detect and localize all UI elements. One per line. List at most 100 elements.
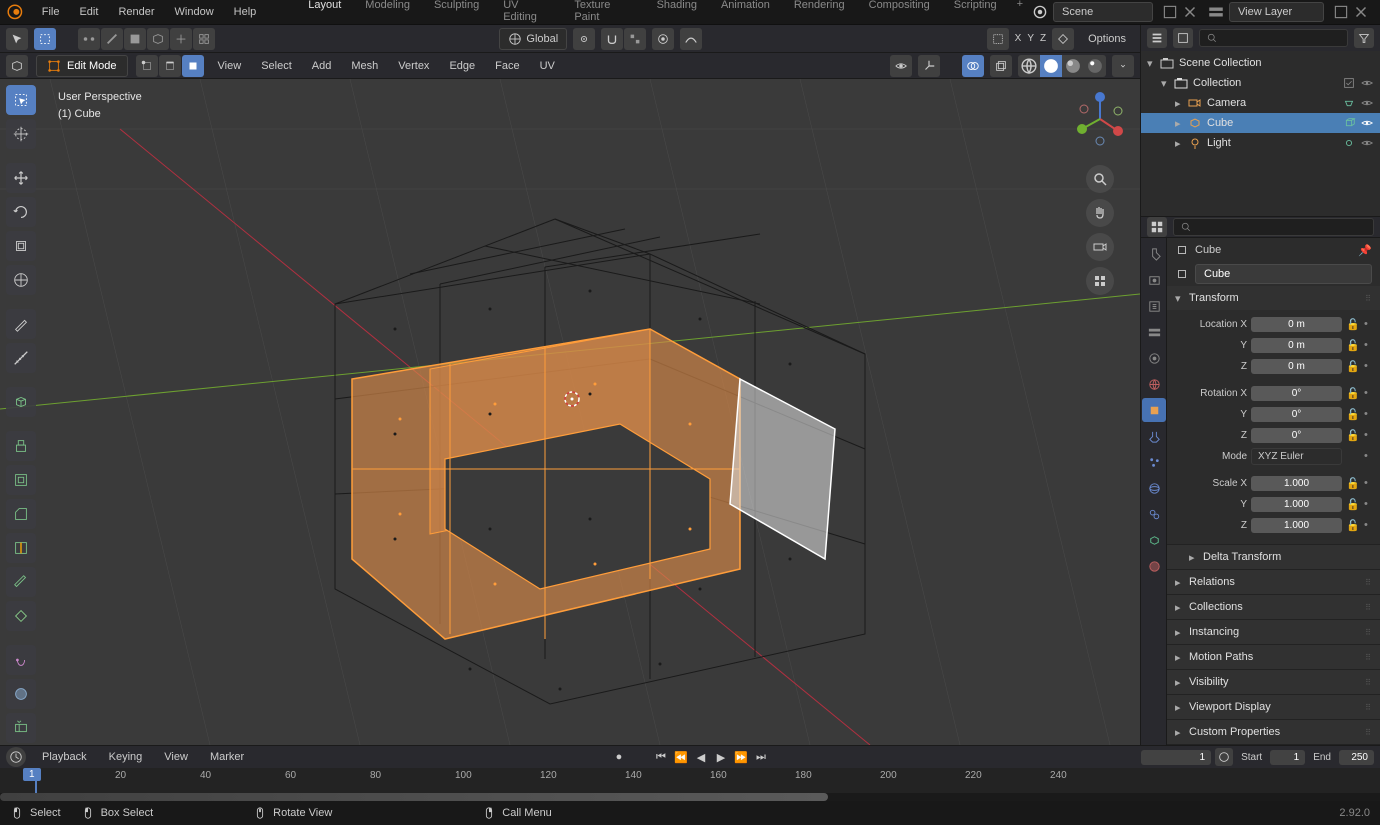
collapse-icon[interactable]: ▾: [1147, 57, 1159, 70]
eye-icon[interactable]: [1360, 76, 1374, 90]
checkbox-icon[interactable]: [1342, 76, 1356, 90]
outliner-filter-icon[interactable]: [1354, 28, 1374, 48]
keyframe-dot[interactable]: •: [1364, 477, 1372, 489]
face-select-icon[interactable]: [182, 55, 204, 77]
lock-icon[interactable]: 🔓: [1346, 408, 1360, 421]
scale-tool[interactable]: [6, 231, 36, 261]
location-y-input[interactable]: 0 m: [1251, 338, 1342, 353]
jump-end-icon[interactable]: ⏭: [752, 748, 770, 766]
tab-scene[interactable]: [1142, 346, 1166, 370]
move-tool[interactable]: [6, 163, 36, 193]
cursor-tool-icon[interactable]: [6, 28, 28, 50]
orientation-dropdown[interactable]: Global: [499, 28, 567, 50]
annotate-tool[interactable]: [6, 309, 36, 339]
menu-face[interactable]: Face: [489, 57, 525, 75]
polybuild-tool[interactable]: [6, 601, 36, 631]
mesh-edit-mode-icon[interactable]: [987, 28, 1009, 50]
menu-window[interactable]: Window: [165, 2, 224, 22]
pivot-icon[interactable]: [573, 28, 595, 50]
menu-playback[interactable]: Playback: [36, 748, 93, 766]
location-z-input[interactable]: 0 m: [1251, 359, 1342, 374]
snap-face-icon[interactable]: [124, 28, 146, 50]
visibility-toggle-icon[interactable]: [890, 55, 912, 77]
mode-selector[interactable]: Edit Mode: [36, 55, 128, 77]
keyframe-dot[interactable]: •: [1364, 339, 1372, 351]
drag-handle-icon[interactable]: ⠿: [1365, 294, 1372, 303]
snap-grid-icon[interactable]: [193, 28, 215, 50]
lock-icon[interactable]: 🔓: [1346, 360, 1360, 373]
measure-tool[interactable]: [6, 343, 36, 373]
shading-options-icon[interactable]: [1112, 55, 1134, 77]
lock-icon[interactable]: 🔓: [1346, 429, 1360, 442]
menu-file[interactable]: File: [32, 2, 70, 22]
select-box-icon[interactable]: [34, 28, 56, 50]
panel-header[interactable]: ▸ Collections ⠿: [1167, 595, 1380, 619]
tab-object[interactable]: [1142, 398, 1166, 422]
tab-constraints[interactable]: [1142, 502, 1166, 526]
new-scene-icon[interactable]: [1161, 3, 1179, 21]
keyframe-dot[interactable]: •: [1364, 408, 1372, 420]
rotation-x-input[interactable]: 0°: [1251, 386, 1342, 401]
eye-icon[interactable]: [1360, 136, 1374, 150]
location-x-input[interactable]: 0 m: [1251, 317, 1342, 332]
timeline-editor-icon[interactable]: [6, 747, 26, 767]
keyframe-dot[interactable]: •: [1364, 360, 1372, 372]
menu-marker[interactable]: Marker: [204, 748, 250, 766]
edge-select-icon[interactable]: [159, 55, 181, 77]
tree-item-camera[interactable]: ▸ Camera: [1141, 93, 1380, 113]
z-axis-toggle[interactable]: Z: [1040, 33, 1046, 44]
knife-tool[interactable]: [6, 567, 36, 597]
object-name-input[interactable]: [1195, 264, 1372, 284]
panel-header[interactable]: ▸ Motion Paths ⠿: [1167, 645, 1380, 669]
nav-gizmo[interactable]: [1070, 89, 1130, 149]
proportional-falloff-icon[interactable]: [680, 28, 702, 50]
snap-edge-icon[interactable]: [101, 28, 123, 50]
tab-data[interactable]: [1142, 528, 1166, 552]
drag-handle-icon[interactable]: ⠿: [1365, 603, 1372, 612]
pan-gizmo-icon[interactable]: [1086, 199, 1114, 227]
keyframe-prev-icon[interactable]: ⏪: [672, 748, 690, 766]
scrollbar-thumb[interactable]: [0, 793, 828, 801]
scene-browse-icon[interactable]: [1031, 3, 1049, 21]
vertex-select-icon[interactable]: [136, 55, 158, 77]
pin-icon[interactable]: 📌: [1358, 244, 1372, 257]
panel-header[interactable]: ▸ Viewport Display ⠿: [1167, 695, 1380, 719]
smooth-tool[interactable]: [6, 679, 36, 709]
rendered-shading-icon[interactable]: [1084, 55, 1106, 77]
delete-viewlayer-icon[interactable]: [1352, 3, 1370, 21]
drag-handle-icon[interactable]: ⠿: [1365, 703, 1372, 712]
tab-physics[interactable]: [1142, 476, 1166, 500]
tab-material[interactable]: [1142, 554, 1166, 578]
viewlayer-browse-icon[interactable]: [1207, 3, 1225, 21]
tab-world[interactable]: [1142, 372, 1166, 396]
eye-icon[interactable]: [1360, 96, 1374, 110]
editor-type-icon[interactable]: [6, 55, 28, 77]
menu-uv[interactable]: UV: [534, 57, 561, 75]
menu-view[interactable]: View: [212, 57, 248, 75]
camera-data-icon[interactable]: [1342, 96, 1356, 110]
wireframe-shading-icon[interactable]: [1018, 55, 1040, 77]
start-frame-input[interactable]: [1270, 750, 1305, 765]
snap-toggle-icon[interactable]: [601, 28, 623, 50]
properties-editor-icon[interactable]: [1147, 217, 1167, 237]
tab-particles[interactable]: [1142, 450, 1166, 474]
timeline-ruler[interactable]: 1 20 40 60 80 100 120 140 160 180 200 22…: [0, 768, 1380, 793]
collapse-icon[interactable]: ▾: [1161, 77, 1173, 90]
transform-tool[interactable]: [6, 265, 36, 295]
expand-icon[interactable]: ▸: [1175, 117, 1187, 130]
lock-icon[interactable]: 🔓: [1346, 339, 1360, 352]
snap-volume-icon[interactable]: [147, 28, 169, 50]
tree-scene-collection[interactable]: ▾ Scene Collection: [1141, 53, 1380, 73]
delete-scene-icon[interactable]: [1181, 3, 1199, 21]
keyframe-dot[interactable]: •: [1364, 318, 1372, 330]
play-reverse-icon[interactable]: ◀: [692, 748, 710, 766]
eye-icon[interactable]: [1360, 116, 1374, 130]
snap-increment-icon[interactable]: [170, 28, 192, 50]
outliner-display-mode-icon[interactable]: [1147, 28, 1167, 48]
tab-tool[interactable]: [1142, 242, 1166, 266]
menu-vertex[interactable]: Vertex: [392, 57, 435, 75]
menu-mesh[interactable]: Mesh: [345, 57, 384, 75]
keyframe-dot[interactable]: •: [1364, 498, 1372, 510]
panel-header[interactable]: ▸ Delta Transform: [1167, 545, 1380, 569]
xray-toggle-icon[interactable]: [990, 55, 1012, 77]
